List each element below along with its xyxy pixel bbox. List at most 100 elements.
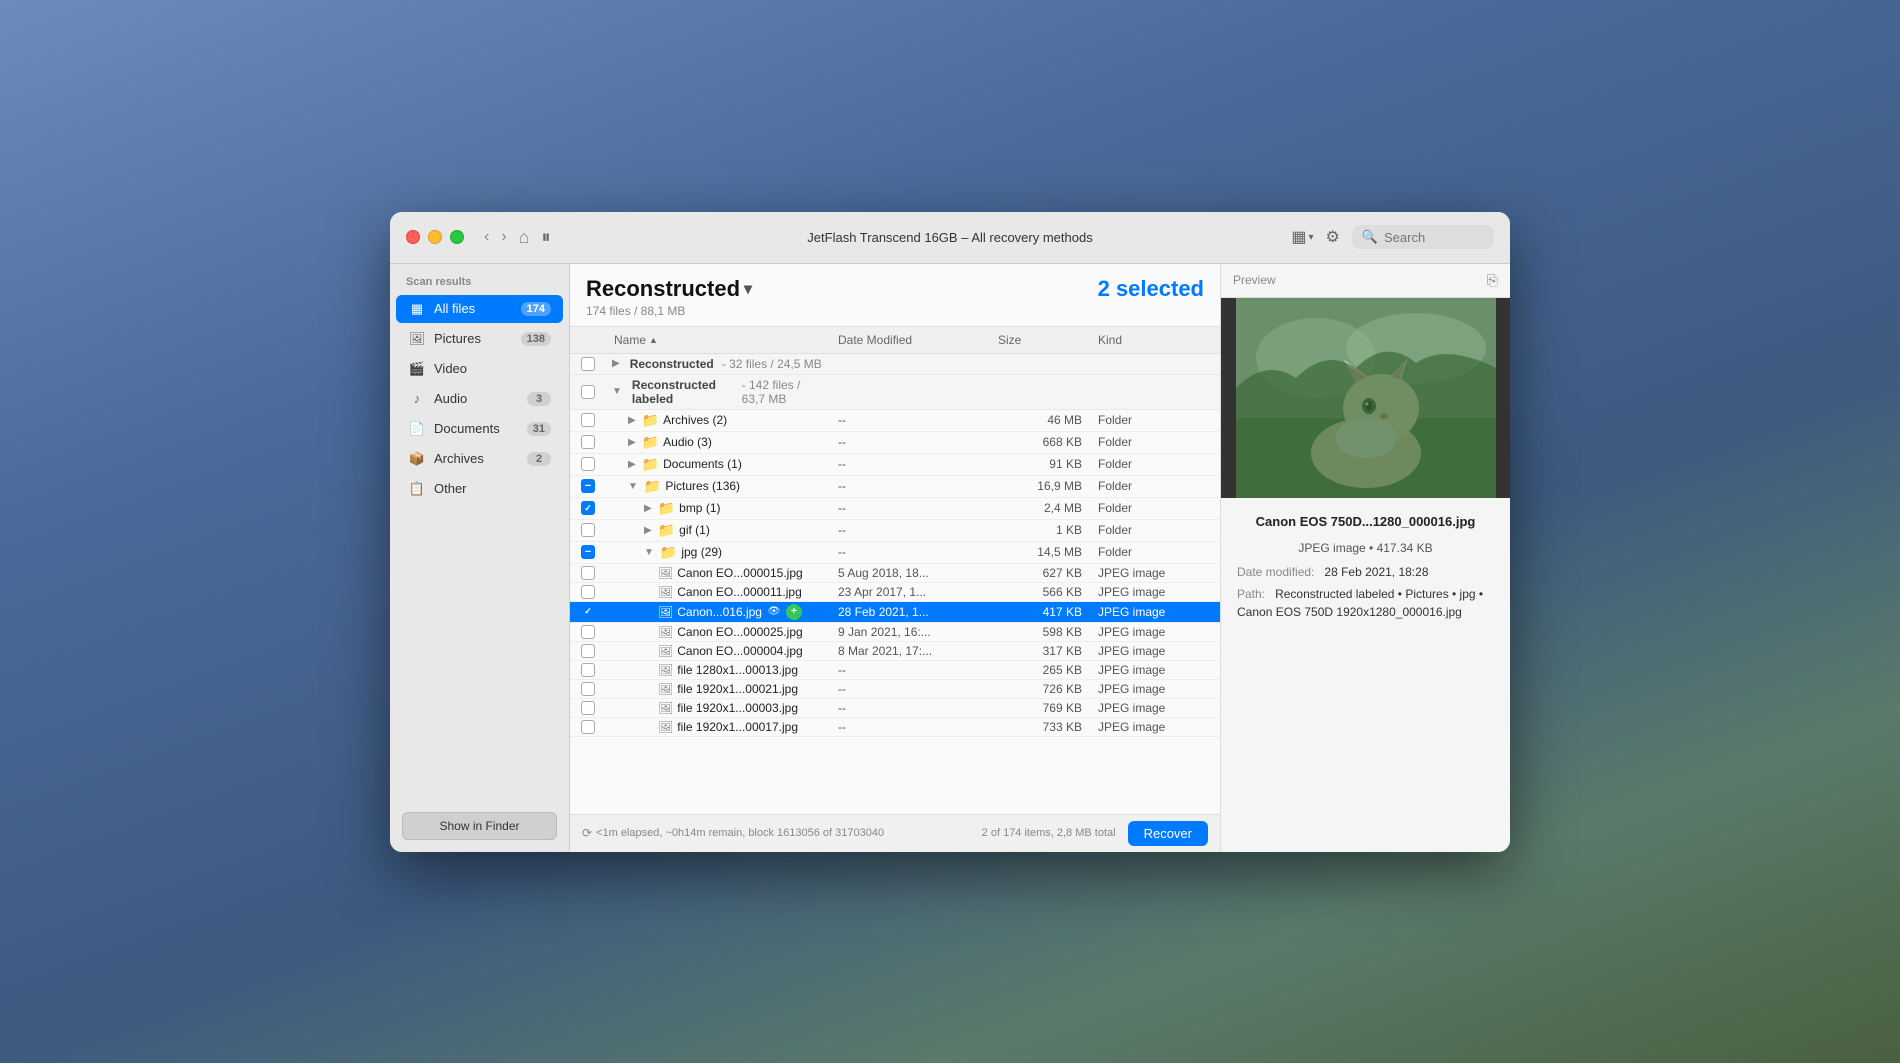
item-checkbox[interactable] xyxy=(581,585,595,599)
pause-button[interactable]: ⏸ xyxy=(542,227,551,248)
list-item[interactable]: ▶ 📁 Documents (1) -- 91 KB Folder xyxy=(570,454,1220,476)
add-icon[interactable]: + xyxy=(786,604,802,620)
group-check[interactable] xyxy=(570,385,606,399)
check-cell[interactable] xyxy=(570,413,606,427)
expand-arrow[interactable]: ▶ xyxy=(626,415,638,426)
list-item[interactable]: 🖼 file 1920x1...00021.jpg -- 726 KB JPEG… xyxy=(570,680,1220,699)
sidebar-item-pictures[interactable]: 🖼 Pictures 138 xyxy=(396,325,563,353)
col-name-header[interactable]: Name ▲ xyxy=(606,331,830,349)
search-input[interactable] xyxy=(1384,230,1484,245)
list-item[interactable]: ▶ 📁 Audio (3) -- 668 KB Folder xyxy=(570,432,1220,454)
item-checkbox[interactable] xyxy=(581,479,595,493)
recover-button[interactable]: Recover xyxy=(1128,821,1208,846)
expand-arrow[interactable]: ▶ xyxy=(626,459,638,470)
kind-cell: JPEG image xyxy=(1090,625,1220,639)
expand-arrow[interactable]: ▶ xyxy=(642,525,654,536)
expand-arrow[interactable]: ▼ xyxy=(610,386,624,397)
list-item[interactable]: 🖼 Canon EO...000015.jpg 5 Aug 2018, 18..… xyxy=(570,564,1220,583)
item-checkbox[interactable] xyxy=(581,413,595,427)
sidebar-item-all-files[interactable]: ▦ All files 174 xyxy=(396,295,563,323)
item-checkbox[interactable] xyxy=(581,501,595,515)
check-cell[interactable] xyxy=(570,545,606,559)
minimize-button[interactable] xyxy=(428,230,442,244)
list-item[interactable]: ▶ 📁 gif (1) -- 1 KB Folder xyxy=(570,520,1220,542)
item-checkbox[interactable] xyxy=(581,435,595,449)
size-cell: 1 KB xyxy=(990,523,1090,537)
item-checkbox[interactable] xyxy=(581,605,595,619)
group-checkbox[interactable] xyxy=(581,385,595,399)
group-check[interactable] xyxy=(570,357,606,371)
item-checkbox[interactable] xyxy=(581,720,595,734)
folder-title[interactable]: Reconstructed ▾ xyxy=(586,276,752,302)
item-checkbox[interactable] xyxy=(581,625,595,639)
list-item[interactable]: ▼ 📁 jpg (29) -- 14,5 MB Folder xyxy=(570,542,1220,564)
check-cell[interactable] xyxy=(570,523,606,537)
folder-icon: 📁 xyxy=(660,544,677,561)
list-item[interactable]: ▶ 📁 Archives (2) -- 46 MB Folder xyxy=(570,410,1220,432)
expand-arrow[interactable]: ▶ xyxy=(642,503,654,514)
list-item[interactable]: 🖼 Canon EO...000025.jpg 9 Jan 2021, 16:.… xyxy=(570,623,1220,642)
size-cell: 2,4 MB xyxy=(990,501,1090,515)
check-cell[interactable] xyxy=(570,585,606,599)
check-cell[interactable] xyxy=(570,682,606,696)
sidebar-item-documents[interactable]: 📄 Documents 31 xyxy=(396,415,563,443)
list-item[interactable]: 🖼 Canon EO...000004.jpg 8 Mar 2021, 17:.… xyxy=(570,642,1220,661)
check-cell[interactable] xyxy=(570,479,606,493)
sidebar-item-archives[interactable]: 📦 Archives 2 xyxy=(396,445,563,473)
view-button[interactable]: ▦ ▾ xyxy=(1291,227,1313,247)
item-checkbox[interactable] xyxy=(581,523,595,537)
check-cell[interactable] xyxy=(570,663,606,677)
maximize-button[interactable] xyxy=(450,230,464,244)
list-item-selected[interactable]: 🖼 Canon...016.jpg 👁 + 28 Feb 2021, 1... … xyxy=(570,602,1220,623)
item-checkbox[interactable] xyxy=(581,663,595,677)
col-date-header[interactable]: Date Modified xyxy=(830,331,990,349)
show-in-finder-button[interactable]: Show in Finder xyxy=(402,812,557,840)
close-button[interactable] xyxy=(406,230,420,244)
date-cell: -- xyxy=(830,663,990,677)
sidebar-item-video[interactable]: 🎬 Video xyxy=(396,355,563,383)
item-checkbox[interactable] xyxy=(581,644,595,658)
check-cell[interactable] xyxy=(570,605,606,619)
item-checkbox[interactable] xyxy=(581,457,595,471)
group-checkbox[interactable] xyxy=(581,357,595,371)
list-item[interactable]: 🖼 file 1280x1...00013.jpg -- 265 KB JPEG… xyxy=(570,661,1220,680)
sidebar-item-audio[interactable]: ♪ Audio 3 xyxy=(396,385,563,413)
item-checkbox[interactable] xyxy=(581,545,595,559)
col-kind-header[interactable]: Kind xyxy=(1090,331,1220,349)
list-item[interactable]: ▼ 📁 Pictures (136) -- 16,9 MB Folder xyxy=(570,476,1220,498)
copy-icon[interactable]: ⎘ xyxy=(1487,272,1498,289)
item-checkbox[interactable] xyxy=(581,701,595,715)
check-cell[interactable] xyxy=(570,701,606,715)
group-row-reconstructed-labeled[interactable]: ▼ Reconstructed labeled - 142 files / 63… xyxy=(570,375,1220,410)
check-cell[interactable] xyxy=(570,435,606,449)
expand-arrow[interactable]: ▼ xyxy=(626,481,640,492)
date-cell: 28 Feb 2021, 1... xyxy=(830,605,990,619)
check-cell[interactable] xyxy=(570,501,606,515)
check-cell[interactable] xyxy=(570,720,606,734)
list-item[interactable]: 🖼 file 1920x1...00003.jpg -- 769 KB JPEG… xyxy=(570,699,1220,718)
expand-arrow[interactable]: ▶ xyxy=(610,358,622,369)
preview-label: Preview xyxy=(1233,273,1276,287)
check-cell[interactable] xyxy=(570,625,606,639)
name-cell: 🖼 Canon EO...000011.jpg xyxy=(606,585,830,599)
list-item[interactable]: 🖼 Canon EO...000011.jpg 23 Apr 2017, 1..… xyxy=(570,583,1220,602)
status-right: 2 of 174 items, 2,8 MB total Recover xyxy=(982,821,1208,846)
back-button[interactable]: ‹ xyxy=(480,226,493,248)
home-button[interactable]: ⌂ xyxy=(519,227,530,248)
item-checkbox[interactable] xyxy=(581,682,595,696)
col-size-header[interactable]: Size xyxy=(990,331,1090,349)
check-cell[interactable] xyxy=(570,566,606,580)
check-cell[interactable] xyxy=(570,644,606,658)
item-checkbox[interactable] xyxy=(581,566,595,580)
check-cell[interactable] xyxy=(570,457,606,471)
forward-button[interactable]: › xyxy=(497,226,510,248)
sidebar-item-other[interactable]: 📋 Other xyxy=(396,475,563,503)
preview-icon[interactable]: 👁 xyxy=(766,604,782,620)
group-row-reconstructed[interactable]: ▶ Reconstructed - 32 files / 24,5 MB xyxy=(570,354,1220,375)
list-item[interactable]: ▶ 📁 bmp (1) -- 2,4 MB Folder xyxy=(570,498,1220,520)
expand-arrow[interactable]: ▼ xyxy=(642,547,656,558)
expand-arrow[interactable]: ▶ xyxy=(626,437,638,448)
item-name: jpg (29) xyxy=(681,545,722,559)
list-item[interactable]: 🖼 file 1920x1...00017.jpg -- 733 KB JPEG… xyxy=(570,718,1220,737)
filter-button[interactable]: ⚙ xyxy=(1325,227,1339,247)
